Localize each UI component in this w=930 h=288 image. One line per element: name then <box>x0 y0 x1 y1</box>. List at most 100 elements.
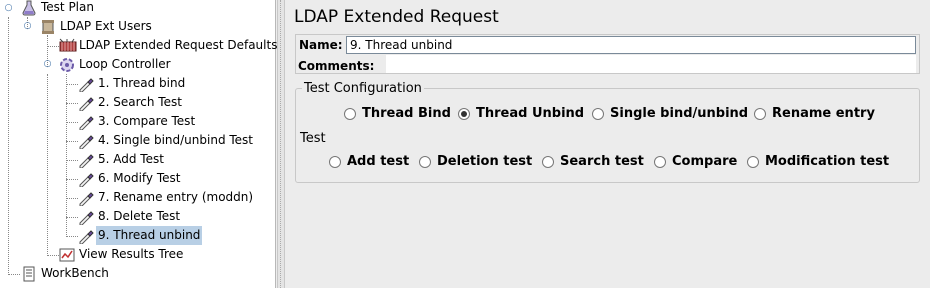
pipette-icon <box>78 171 94 187</box>
radio-indicator <box>654 155 666 168</box>
tree-node-sampler[interactable]: 6. Modify Test <box>78 169 182 188</box>
config-element-icon <box>59 38 77 54</box>
pipette-icon <box>78 152 94 168</box>
comments-input[interactable] <box>386 55 916 73</box>
radio-label: Modification test <box>765 154 890 169</box>
flask-icon <box>21 0 37 16</box>
tree-node-label: 6. Modify Test <box>98 171 181 185</box>
tree-connector <box>66 122 78 123</box>
tree-node-label: 2. Search Test <box>98 95 182 109</box>
expand-toggle-icon[interactable]: ○ <box>23 22 32 31</box>
pipette-icon <box>78 228 94 244</box>
test-label: Test <box>300 131 326 146</box>
tree-node-loop-controller[interactable]: Loop Controller <box>59 55 173 74</box>
tree-node-label: View Results Tree <box>79 247 184 261</box>
tree-connector <box>66 103 78 104</box>
tree-node-results-tree[interactable]: View Results Tree <box>59 245 185 264</box>
radio-add-test[interactable]: Add test <box>329 154 409 169</box>
tree-connector <box>66 198 78 199</box>
expand-toggle-icon[interactable]: ○ <box>4 4 13 13</box>
tree-node-label: LDAP Ext Users <box>60 19 152 33</box>
tree-node-label: WorkBench <box>41 266 109 280</box>
radio-indicator <box>542 155 554 168</box>
name-label: Name: <box>299 38 343 52</box>
radio-indicator <box>747 155 759 168</box>
tree-node-sampler-selected[interactable]: 9. Thread unbind <box>78 226 203 245</box>
tree-node-label: 8. Delete Test <box>98 209 181 223</box>
radio-compare[interactable]: Compare <box>654 154 737 169</box>
tree-node-label: 4. Single bind/unbind Test <box>98 133 254 147</box>
tree-node-label: Test Plan <box>41 0 94 14</box>
tree-node-label: 5. Add Test <box>98 152 164 166</box>
expand-toggle-icon[interactable]: ○ <box>43 60 52 69</box>
tree-connector <box>8 274 20 275</box>
tree-node-label: LDAP Extended Request Defaults <box>79 38 278 52</box>
radio-label: Thread Unbind <box>476 106 585 121</box>
radio-label: Search test <box>560 154 644 169</box>
tree-connector <box>66 141 78 142</box>
tree-node-workbench[interactable]: WorkBench <box>21 264 111 283</box>
sampler-config-panel: LDAP Extended Request Name: Comments: Te… <box>286 0 930 288</box>
radio-indicator <box>754 107 766 120</box>
tree-connector <box>66 160 78 161</box>
tree-connector <box>8 17 9 273</box>
test-configuration-label: Test Configuration <box>302 81 424 96</box>
radio-indicator <box>419 155 431 168</box>
loop-icon <box>59 57 75 73</box>
pipette-icon <box>78 133 94 149</box>
radio-label: Thread Bind <box>362 106 451 121</box>
tree-node-test-plan[interactable]: Test Plan <box>21 0 96 17</box>
tree-node-label: 9. Thread unbind <box>96 226 203 245</box>
spool-icon <box>40 19 56 35</box>
pipette-icon <box>78 76 94 92</box>
name-comments-box: Name: Comments: <box>295 34 920 74</box>
name-input[interactable] <box>346 36 916 54</box>
radio-deletion-test[interactable]: Deletion test <box>419 154 532 169</box>
tree-node-sampler[interactable]: 3. Compare Test <box>78 112 197 131</box>
radio-label: Compare <box>672 154 738 169</box>
page-title: LDAP Extended Request <box>294 7 499 27</box>
tree-node-label: 7. Rename entry (moddn) <box>98 190 254 204</box>
workbench-icon <box>21 266 37 282</box>
tree-node-sampler[interactable]: 5. Add Test <box>78 150 166 169</box>
tree-connector <box>66 217 78 218</box>
radio-indicator <box>329 155 341 168</box>
tree-node-sampler[interactable]: 8. Delete Test <box>78 207 182 226</box>
tree-node-sampler[interactable]: 2. Search Test <box>78 93 184 112</box>
tree-node-defaults[interactable]: LDAP Extended Request Defaults <box>59 36 279 55</box>
tree-node-thread-group[interactable]: LDAP Ext Users <box>40 17 154 36</box>
radio-search-test[interactable]: Search test <box>542 154 644 169</box>
test-plan-tree[interactable]: ○ ○ ○ Test Plan LDAP Ext Users LDAP Exte… <box>0 0 279 288</box>
radio-indicator <box>344 107 356 120</box>
radio-modification-test[interactable]: Modification test <box>747 154 889 169</box>
tree-node-sampler[interactable]: 4. Single bind/unbind Test <box>78 131 255 150</box>
pane-splitter[interactable] <box>277 0 285 288</box>
tree-connector <box>47 74 48 256</box>
radio-label: Deletion test <box>437 154 533 169</box>
tree-node-sampler[interactable]: 1. Thread bind <box>78 74 187 93</box>
listener-icon <box>59 247 75 263</box>
tree-node-sampler[interactable]: 7. Rename entry (moddn) <box>78 188 255 207</box>
tree-node-label: 1. Thread bind <box>98 76 186 90</box>
tree-node-label: 3. Compare Test <box>98 114 196 128</box>
radio-rename-entry[interactable]: Rename entry <box>754 106 875 121</box>
pipette-icon <box>78 95 94 111</box>
tree-connector <box>66 236 78 237</box>
radio-indicator-selected <box>458 107 470 120</box>
pipette-icon <box>78 114 94 130</box>
radio-thread-unbind[interactable]: Thread Unbind <box>458 106 584 121</box>
pipette-icon <box>78 209 94 225</box>
radio-indicator <box>592 107 604 120</box>
tree-connector <box>47 255 59 256</box>
tree-connector <box>66 84 78 85</box>
radio-label: Single bind/unbind <box>610 106 749 121</box>
tree-node-label: Loop Controller <box>79 57 171 71</box>
radio-label: Add test <box>347 154 410 169</box>
radio-label: Rename entry <box>772 106 875 121</box>
comments-label: Comments: <box>298 59 375 73</box>
radio-single-bind-unbind[interactable]: Single bind/unbind <box>592 106 748 121</box>
tree-connector <box>66 179 78 180</box>
tree-connector <box>47 46 59 47</box>
radio-thread-bind[interactable]: Thread Bind <box>344 106 451 121</box>
pipette-icon <box>78 190 94 206</box>
